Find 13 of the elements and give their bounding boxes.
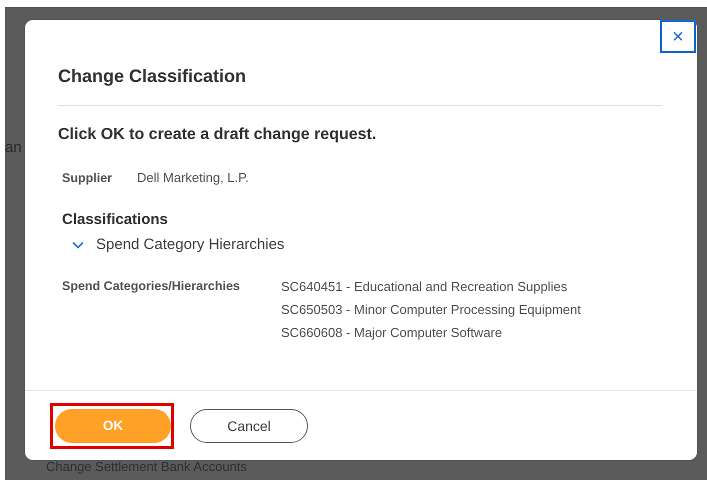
field-value: SC640451 - Educational and Recreation Supplies [281,279,568,294]
field-value: Dell Marketing, L.P. [137,170,250,185]
group-toggle[interactable]: Spend Category Hierarchies [72,236,284,253]
chevron-icon [72,240,84,248]
field-value: SC660608 - Major Computer Software [281,325,504,340]
field-label: Supplier [62,171,114,185]
field-value: SC650503 - Minor Computer Processing Equipment [281,302,582,317]
section-title: Classifications [62,211,169,228]
field-label: Spend Categories/Hierarchies [62,279,241,295]
instruction-text: Click OK to create a draft change request. [58,126,378,144]
close-button[interactable]: × [660,20,696,53]
cancel-button[interactable]: Cancel [190,408,308,442]
dialog-title: Change Classification [58,66,662,106]
